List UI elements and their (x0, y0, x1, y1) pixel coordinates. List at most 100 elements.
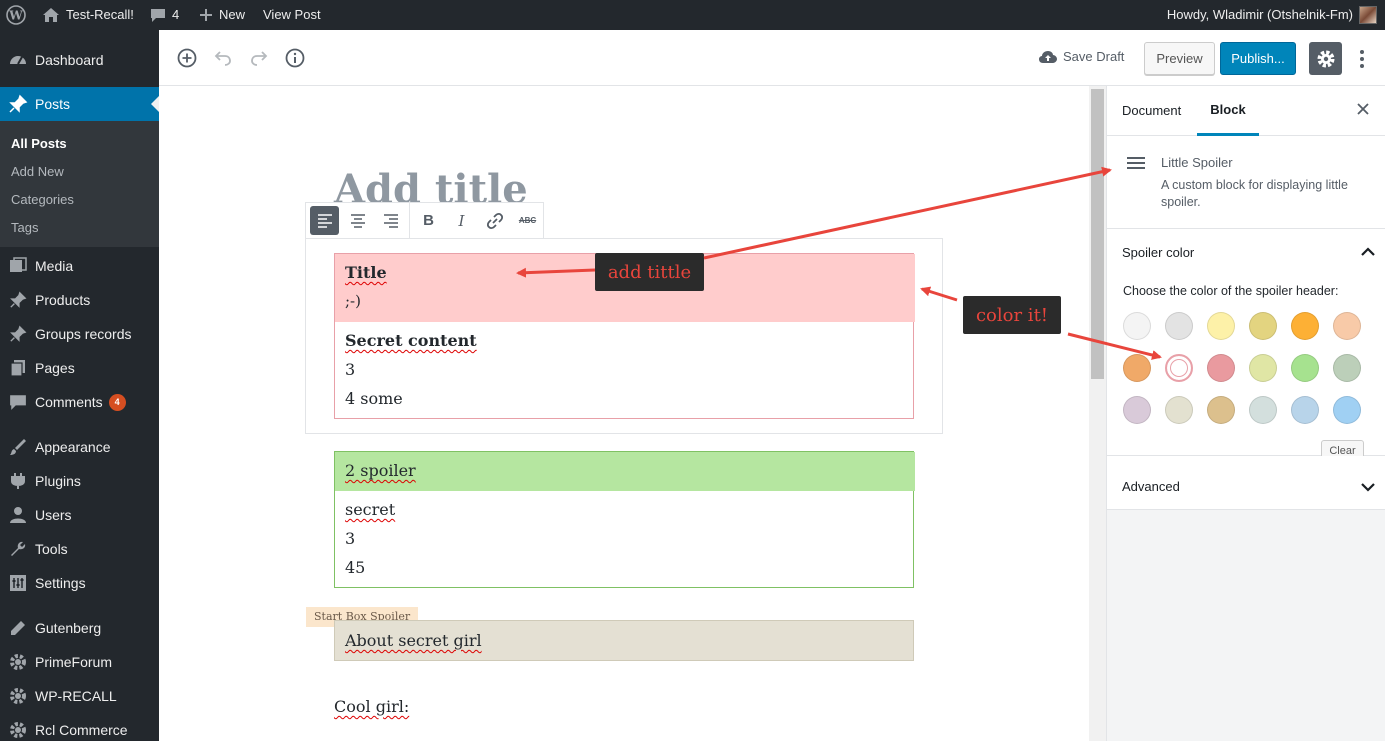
bold-button[interactable]: B (414, 206, 443, 235)
settings-toggle-button[interactable] (1309, 42, 1342, 75)
link-button[interactable] (480, 206, 509, 235)
paragraph-text: Cool girl: (334, 697, 410, 716)
color-swatch[interactable] (1291, 312, 1319, 340)
align-left-button[interactable] (310, 206, 339, 235)
scrollbar-thumb[interactable] (1091, 89, 1104, 379)
save-draft-button[interactable]: Save Draft (1039, 49, 1124, 64)
color-swatch[interactable] (1165, 354, 1193, 382)
annotation-text: color it! (975, 304, 1049, 326)
annotation-color-it: color it! (963, 296, 1061, 334)
box-spoiler-block[interactable]: About secret girl (334, 620, 914, 661)
redo-icon (251, 51, 268, 66)
color-swatch[interactable] (1207, 396, 1235, 424)
plus-circle-icon (177, 48, 197, 68)
chevron-down-icon (1361, 483, 1375, 492)
annotation-text: add tittle (607, 261, 692, 283)
spoiler-block-2[interactable]: 2 spoiler secret 3 45 (334, 451, 915, 588)
color-swatch[interactable] (1207, 354, 1235, 382)
comments-link[interactable]: 4 (150, 0, 179, 30)
spoiler-header[interactable]: 2 spoiler (335, 452, 915, 491)
color-swatch[interactable] (1207, 312, 1235, 340)
content-line-text: secret (345, 500, 396, 519)
preview-button[interactable]: Preview (1144, 42, 1215, 75)
color-swatch[interactable] (1123, 312, 1151, 340)
block-card: Little Spoiler A custom block for displa… (1107, 136, 1385, 229)
color-swatch[interactable] (1123, 396, 1151, 424)
save-draft-label: Save Draft (1063, 49, 1125, 64)
annotation-add-title: add tittle (595, 253, 704, 291)
chevron-up-icon[interactable] (1361, 247, 1375, 256)
new-content-link[interactable]: New (199, 0, 245, 30)
italic-button[interactable]: I (447, 206, 476, 235)
color-swatch[interactable] (1123, 354, 1151, 382)
align-right-icon (383, 213, 398, 228)
avatar (1359, 6, 1377, 24)
color-swatch[interactable] (1249, 354, 1277, 382)
color-swatch[interactable] (1291, 354, 1319, 382)
editor-toolbar: Save Draft Preview Publish... (159, 30, 1385, 86)
spoiler-content[interactable]: Secret content 3 4 some (335, 322, 915, 418)
color-swatch[interactable] (1165, 312, 1193, 340)
greeting: Howdy, Wladimir (Otshelnik-Fm) (1166, 7, 1353, 22)
color-swatch[interactable] (1333, 312, 1361, 340)
advanced-panel[interactable]: Advanced (1107, 456, 1385, 510)
view-post-link[interactable]: View Post (263, 0, 321, 30)
add-block-button[interactable] (172, 43, 202, 73)
tab-block[interactable]: Block (1197, 86, 1259, 136)
tab-block-label: Block (1210, 102, 1246, 117)
color-swatch[interactable] (1333, 354, 1361, 382)
italic-icon: I (458, 211, 465, 230)
menu-posts[interactable]: Posts (0, 87, 159, 121)
submenu-categories[interactable]: Categories (11, 192, 74, 207)
menu-label: Posts (35, 96, 71, 112)
color-swatch[interactable] (1333, 396, 1361, 424)
strikethrough-icon: ABC (518, 216, 537, 225)
info-button[interactable] (280, 43, 310, 73)
submenu-add-new[interactable]: Add New (11, 164, 64, 179)
pin-icon (0, 94, 35, 114)
link-icon (486, 212, 503, 229)
align-right-button[interactable] (376, 206, 405, 235)
more-menu-button[interactable] (1352, 44, 1372, 74)
site-name-link[interactable]: Test-Recall! (42, 0, 134, 30)
bold-icon: B (423, 212, 434, 229)
submenu-all-posts[interactable]: All Posts (11, 136, 67, 151)
spoiler-color-panel: Spoiler color Choose the color of the sp… (1107, 229, 1385, 462)
wordpress-logo-icon[interactable]: W (6, 0, 26, 30)
strikethrough-button[interactable]: ABC (513, 206, 542, 235)
menu-label: Dashboard (35, 52, 104, 68)
comment-icon (151, 9, 165, 22)
menu-lines-icon (1127, 157, 1145, 169)
more-vertical-icon (1360, 50, 1364, 68)
spoiler-content[interactable]: secret 3 45 (335, 491, 915, 587)
color-swatch[interactable] (1165, 396, 1193, 424)
submenu-tags[interactable]: Tags (11, 220, 38, 235)
comments-count: 4 (172, 7, 180, 22)
paragraph-block[interactable]: Cool girl: (334, 696, 409, 718)
menu-dashboard[interactable]: Dashboard (0, 43, 159, 77)
panel-heading[interactable]: Spoiler color (1122, 245, 1194, 260)
close-sidebar-button[interactable] (1357, 103, 1369, 118)
admin-bar: W Test-Recall! 4 New View Post Howdy, Wl… (0, 0, 1385, 30)
svg-text:W: W (8, 9, 23, 23)
spoiler-title: 2 spoiler (345, 461, 416, 480)
publish-button[interactable]: Publish... (1220, 42, 1296, 75)
tab-document[interactable]: Document (1122, 103, 1181, 118)
cloud-upload-icon (1039, 50, 1057, 63)
align-center-button[interactable] (343, 206, 372, 235)
info-icon (285, 48, 305, 68)
color-swatch[interactable] (1249, 396, 1277, 424)
redo-button[interactable] (244, 43, 274, 73)
account-menu[interactable]: Howdy, Wladimir (Otshelnik-Fm) (1167, 0, 1377, 30)
sidebar-tabs: Document Block (1107, 86, 1385, 136)
plus-icon (200, 9, 212, 21)
color-swatch[interactable] (1249, 312, 1277, 340)
undo-button[interactable] (208, 43, 238, 73)
color-swatch[interactable] (1291, 396, 1319, 424)
panel-heading: Advanced (1122, 479, 1180, 494)
preview-label: Preview (1156, 51, 1203, 66)
site-name: Test-Recall! (66, 7, 134, 22)
spoiler-title: Title (345, 263, 387, 282)
close-icon (1357, 103, 1369, 115)
editor-scrollbar[interactable] (1089, 86, 1106, 741)
